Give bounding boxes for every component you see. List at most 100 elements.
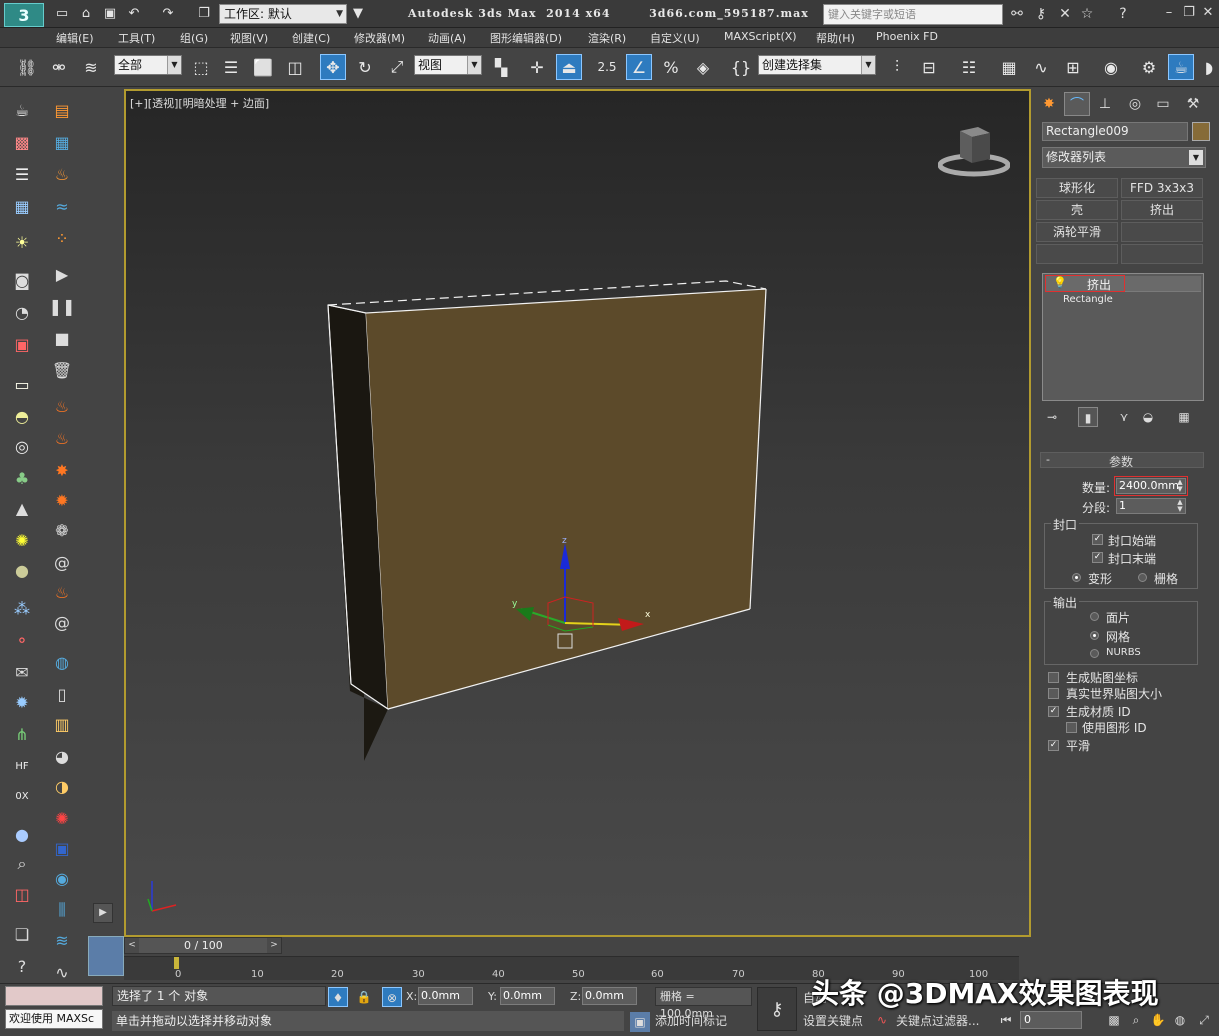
workspace-dropdown[interactable]: 工作区: 默认 ▼ [219, 4, 347, 24]
make-unique-icon[interactable]: ⋎ [1114, 407, 1134, 427]
z-coordinate-field[interactable]: 0.0mm [582, 987, 637, 1005]
particles-icon[interactable]: ⁘ [50, 226, 74, 250]
minimize-icon[interactable]: – [1160, 4, 1178, 22]
sphere-icon[interactable]: ● [10, 558, 34, 582]
curve-editor-icon[interactable]: ∿ [1028, 54, 1054, 80]
cap-start-checkbox[interactable]: ✓ [1092, 534, 1103, 545]
mesh-radio[interactable] [1090, 631, 1099, 640]
patch-radio[interactable] [1090, 612, 1099, 621]
ox-icon[interactable]: 0X [10, 784, 34, 808]
cone-icon[interactable]: ▲ [10, 496, 34, 520]
milk-icon[interactable]: ▯ [50, 682, 74, 706]
menu-customize[interactable]: 自定义(U) [650, 30, 700, 46]
stop-icon[interactable]: ■ [50, 326, 74, 350]
modifier-empty-button-3[interactable] [1121, 244, 1203, 264]
create-tab-icon[interactable]: ✸ [1036, 92, 1062, 116]
zoom-icon[interactable]: ⌕ [1126, 1010, 1146, 1030]
swirl-icon[interactable]: @ [50, 550, 74, 574]
isolate-selection-icon[interactable]: ♦ [328, 987, 348, 1007]
wave-icon[interactable]: ◉ [50, 866, 74, 890]
maximize-viewport-icon[interactable]: ⤢ [1194, 1010, 1214, 1030]
keyboard-shortcut-override-icon[interactable]: ⏏ [556, 54, 582, 80]
coffee-icon[interactable]: ◕ [50, 744, 74, 768]
display-tab-icon[interactable]: ▭ [1150, 92, 1176, 116]
envelope-icon[interactable]: ✉ [10, 660, 34, 684]
smoke-icon[interactable]: ❁ [50, 518, 74, 542]
render-production-icon[interactable]: ◗ [1196, 54, 1219, 80]
pivot-center-icon[interactable]: ▚ [488, 54, 514, 80]
time-next-icon[interactable]: > [267, 938, 281, 953]
restore-icon[interactable]: ❐ [1180, 4, 1198, 22]
manipulate-icon[interactable]: ✛ [524, 54, 550, 80]
modifier-list-dropdown[interactable]: 修改器列表 ▼ [1042, 147, 1206, 168]
explosion-icon[interactable]: ✹ [50, 488, 74, 512]
menu-edit[interactable]: 编辑(E) [56, 30, 94, 46]
params-rollout-header[interactable]: - 参数 [1040, 452, 1204, 469]
modifier-ffd-button[interactable]: FFD 3x3x3 [1121, 178, 1203, 198]
modifier-shell-button[interactable]: 壳 [1036, 200, 1118, 220]
morph-radio[interactable] [1072, 573, 1081, 582]
plane-icon[interactable]: ▭ [10, 372, 34, 396]
key-filter-curve-icon[interactable]: ∿ [872, 1010, 892, 1030]
spinner-arrows-icon[interactable]: ▲ ▼ [1175, 499, 1185, 513]
amount-spinner[interactable]: 2400.0mm ▲ ▼ [1116, 478, 1186, 494]
select-and-scale-icon[interactable]: ⤢ [384, 54, 410, 80]
script-icon[interactable]: ❏ [10, 922, 34, 946]
reference-coordinate-dropdown[interactable]: 视图 ▼ [414, 55, 482, 75]
pour-icon[interactable]: ◑ [50, 774, 74, 798]
hf-icon[interactable]: HF [10, 754, 34, 778]
render-image-icon[interactable]: ▩ [10, 130, 34, 154]
ocean-icon[interactable]: ≋ [50, 928, 74, 952]
select-by-name-icon[interactable]: ☰ [218, 54, 244, 80]
exchange-icon[interactable]: ✕ [1056, 5, 1074, 23]
gear-icon[interactable]: ✹ [10, 690, 34, 714]
cap-end-checkbox[interactable]: ✓ [1092, 552, 1103, 563]
time-tag-icon[interactable]: ▣ [630, 1012, 650, 1032]
unlink-icon[interactable]: ⚮ [46, 54, 72, 80]
time-cursor[interactable] [174, 957, 179, 969]
perspective-viewport[interactable]: z x y [+][透视][明暗处理 + 边面] [124, 89, 1031, 937]
flame-icon[interactable]: ♨ [50, 162, 74, 186]
calendar-icon[interactable]: ▣ [50, 836, 74, 860]
modifier-empty-button[interactable] [1121, 222, 1203, 242]
render-setup-icon[interactable]: ⚙ [1136, 54, 1162, 80]
segments-spinner[interactable]: 1 ▲ ▼ [1116, 498, 1186, 514]
utilities-tab-icon[interactable]: ⚒ [1180, 92, 1206, 116]
grid-icon[interactable]: ⁂ [10, 596, 34, 620]
configure-modifier-sets-icon[interactable]: ▦ [1174, 407, 1194, 427]
window-crossing-icon[interactable]: ◫ [282, 54, 308, 80]
object-name-field[interactable]: Rectangle009 [1042, 122, 1188, 141]
fire-burst-icon[interactable]: ✸ [50, 458, 74, 482]
camera-icon[interactable]: ◙ [10, 268, 34, 292]
light-lister-icon[interactable]: ☀ [10, 230, 34, 254]
angle-snap-icon[interactable]: ∠ [626, 54, 652, 80]
render-frame-icon[interactable]: ☕ [1168, 54, 1194, 80]
grid-radio[interactable] [1138, 573, 1147, 582]
binoculars-icon[interactable]: ⚯ [1008, 5, 1026, 23]
lightbulb-icon[interactable]: 💡 [1053, 276, 1067, 289]
waterfall-icon[interactable]: ⫼ [50, 898, 74, 922]
viewcube-icon[interactable] [938, 125, 1010, 181]
undo-icon[interactable]: ↶ [126, 6, 142, 22]
selection-filter-dropdown[interactable]: 全部 ▼ [114, 55, 182, 75]
select-object-icon[interactable]: ⬚ [188, 54, 214, 80]
modify-tab-icon[interactable]: ⌒ [1064, 92, 1090, 116]
teapot-small-icon[interactable]: ♣ [10, 466, 34, 490]
set-key-button[interactable]: 设置关键点 [803, 1012, 863, 1029]
orbit-icon[interactable]: ◍ [1170, 1010, 1190, 1030]
key-icon[interactable]: ⚷ [757, 987, 797, 1031]
water-icon[interactable]: ≈ [50, 194, 74, 218]
modifier-extrude-button[interactable]: 挤出 [1121, 200, 1203, 220]
modifier-empty-button-2[interactable] [1036, 244, 1118, 264]
material-editor-icon[interactable]: ◉ [1098, 54, 1124, 80]
current-frame-field[interactable]: 0 [1020, 1011, 1082, 1029]
teapot-icon[interactable]: ☕ [10, 98, 34, 122]
droplet-icon[interactable]: ◍ [50, 650, 74, 674]
open-file-icon[interactable]: ⌂ [78, 6, 94, 22]
modifier-turbosmooth-button[interactable]: 涡轮平滑 [1036, 222, 1118, 242]
fire-emitter-icon[interactable]: ♨ [50, 426, 74, 450]
menu-create[interactable]: 创建(C) [292, 30, 330, 46]
help-search-input[interactable]: 键入关键字或短语 [823, 4, 1003, 25]
menu-group[interactable]: 组(G) [180, 30, 208, 46]
menu-graph-editors[interactable]: 图形编辑器(D) [490, 30, 562, 46]
